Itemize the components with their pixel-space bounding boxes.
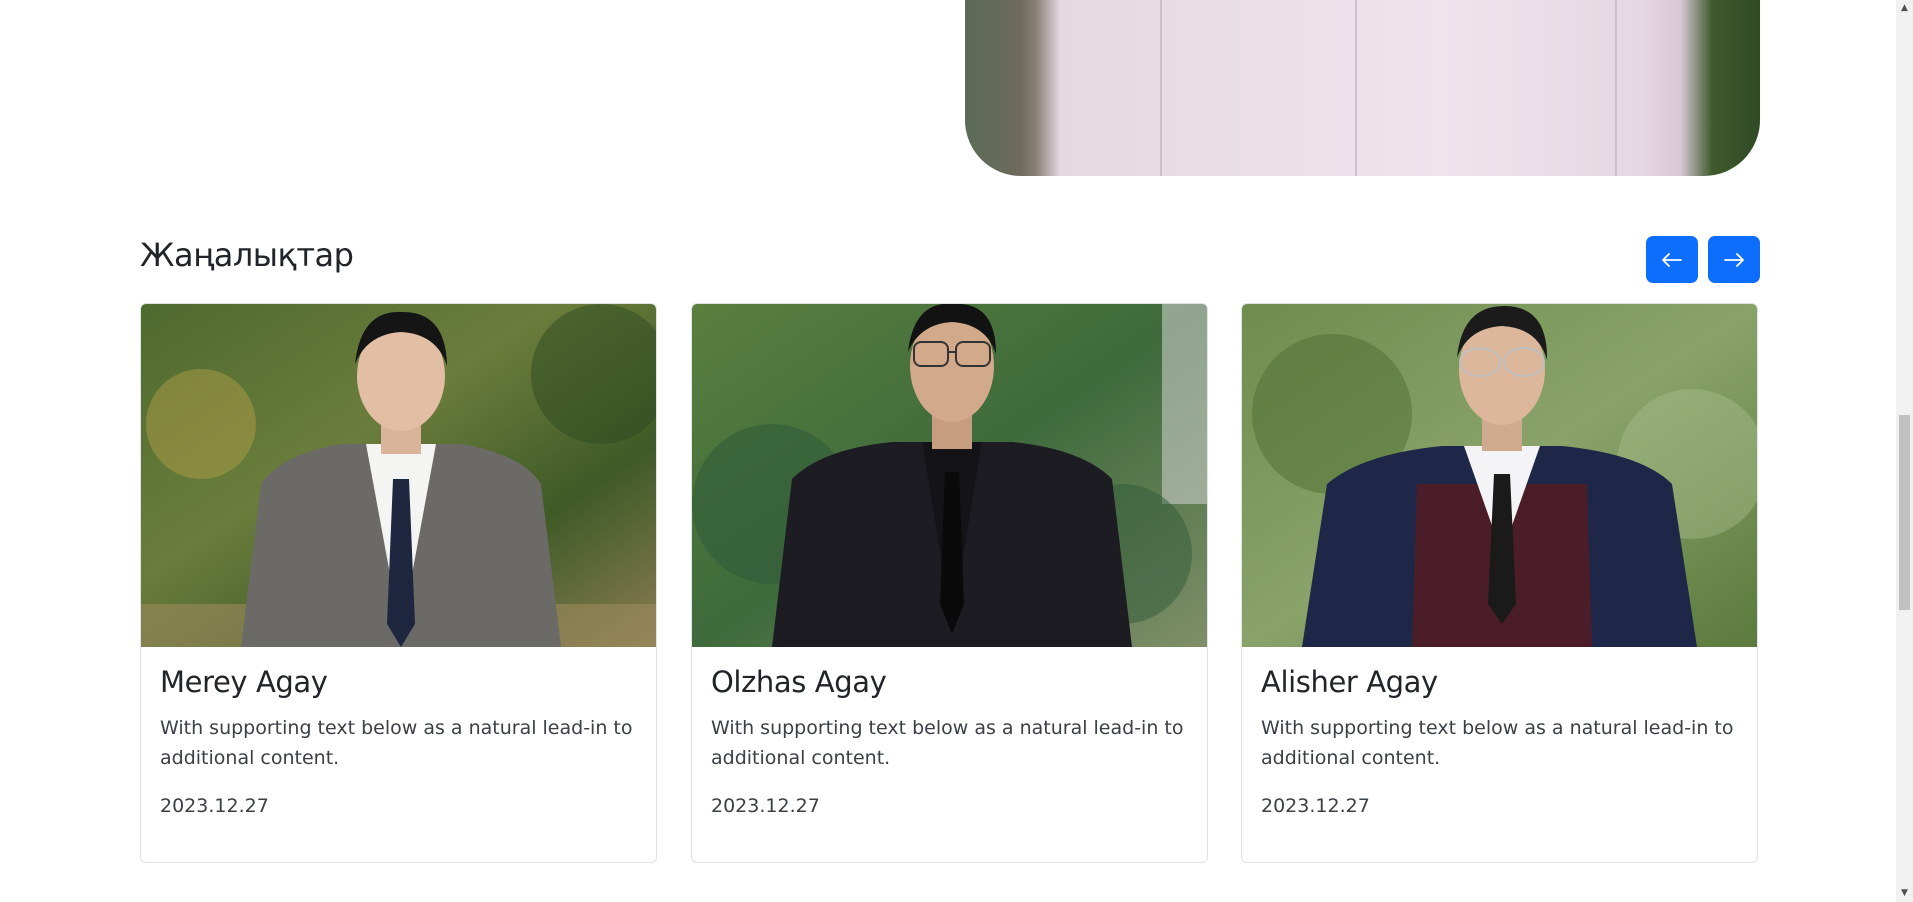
card-title[interactable]: Merey Agay [160,665,637,699]
carousel-next-button[interactable] [1708,236,1760,283]
page-scrollbar[interactable]: ▲ ▼ [1896,0,1913,902]
card-date: 2023.12.27 [160,795,269,817]
card-photo [692,304,1207,647]
scroll-down-icon[interactable]: ▼ [1896,885,1913,902]
arrow-left-icon [1662,252,1682,267]
news-section-header: Жаңалықтар [140,232,1761,284]
news-card[interactable]: Merey Agay With supporting text below as… [140,303,657,863]
card-title[interactable]: Alisher Agay [1261,665,1738,699]
hero-photo [965,0,1760,176]
card-title[interactable]: Olzhas Agay [711,665,1188,699]
news-card[interactable]: Olzhas Agay With supporting text below a… [691,303,1208,863]
card-photo [141,304,656,647]
card-date: 2023.12.27 [711,795,820,817]
news-card[interactable]: Alisher Agay With supporting text below … [1241,303,1758,863]
scrollbar-thumb[interactable] [1899,415,1910,610]
scroll-up-icon[interactable]: ▲ [1896,0,1913,17]
card-date: 2023.12.27 [1261,795,1370,817]
page: Жаңалықтар Merey Agay With supporting te… [0,0,1913,902]
card-text: With supporting text below as a natural … [1261,717,1734,769]
news-card-list: Merey Agay With supporting text below as… [140,303,1761,863]
card-text: With supporting text below as a natural … [160,717,633,769]
card-photo [1242,304,1757,647]
carousel-prev-button[interactable] [1646,236,1698,283]
card-text: With supporting text below as a natural … [711,717,1184,769]
news-section-title: Жаңалықтар [140,236,354,274]
arrow-right-icon [1724,252,1744,267]
